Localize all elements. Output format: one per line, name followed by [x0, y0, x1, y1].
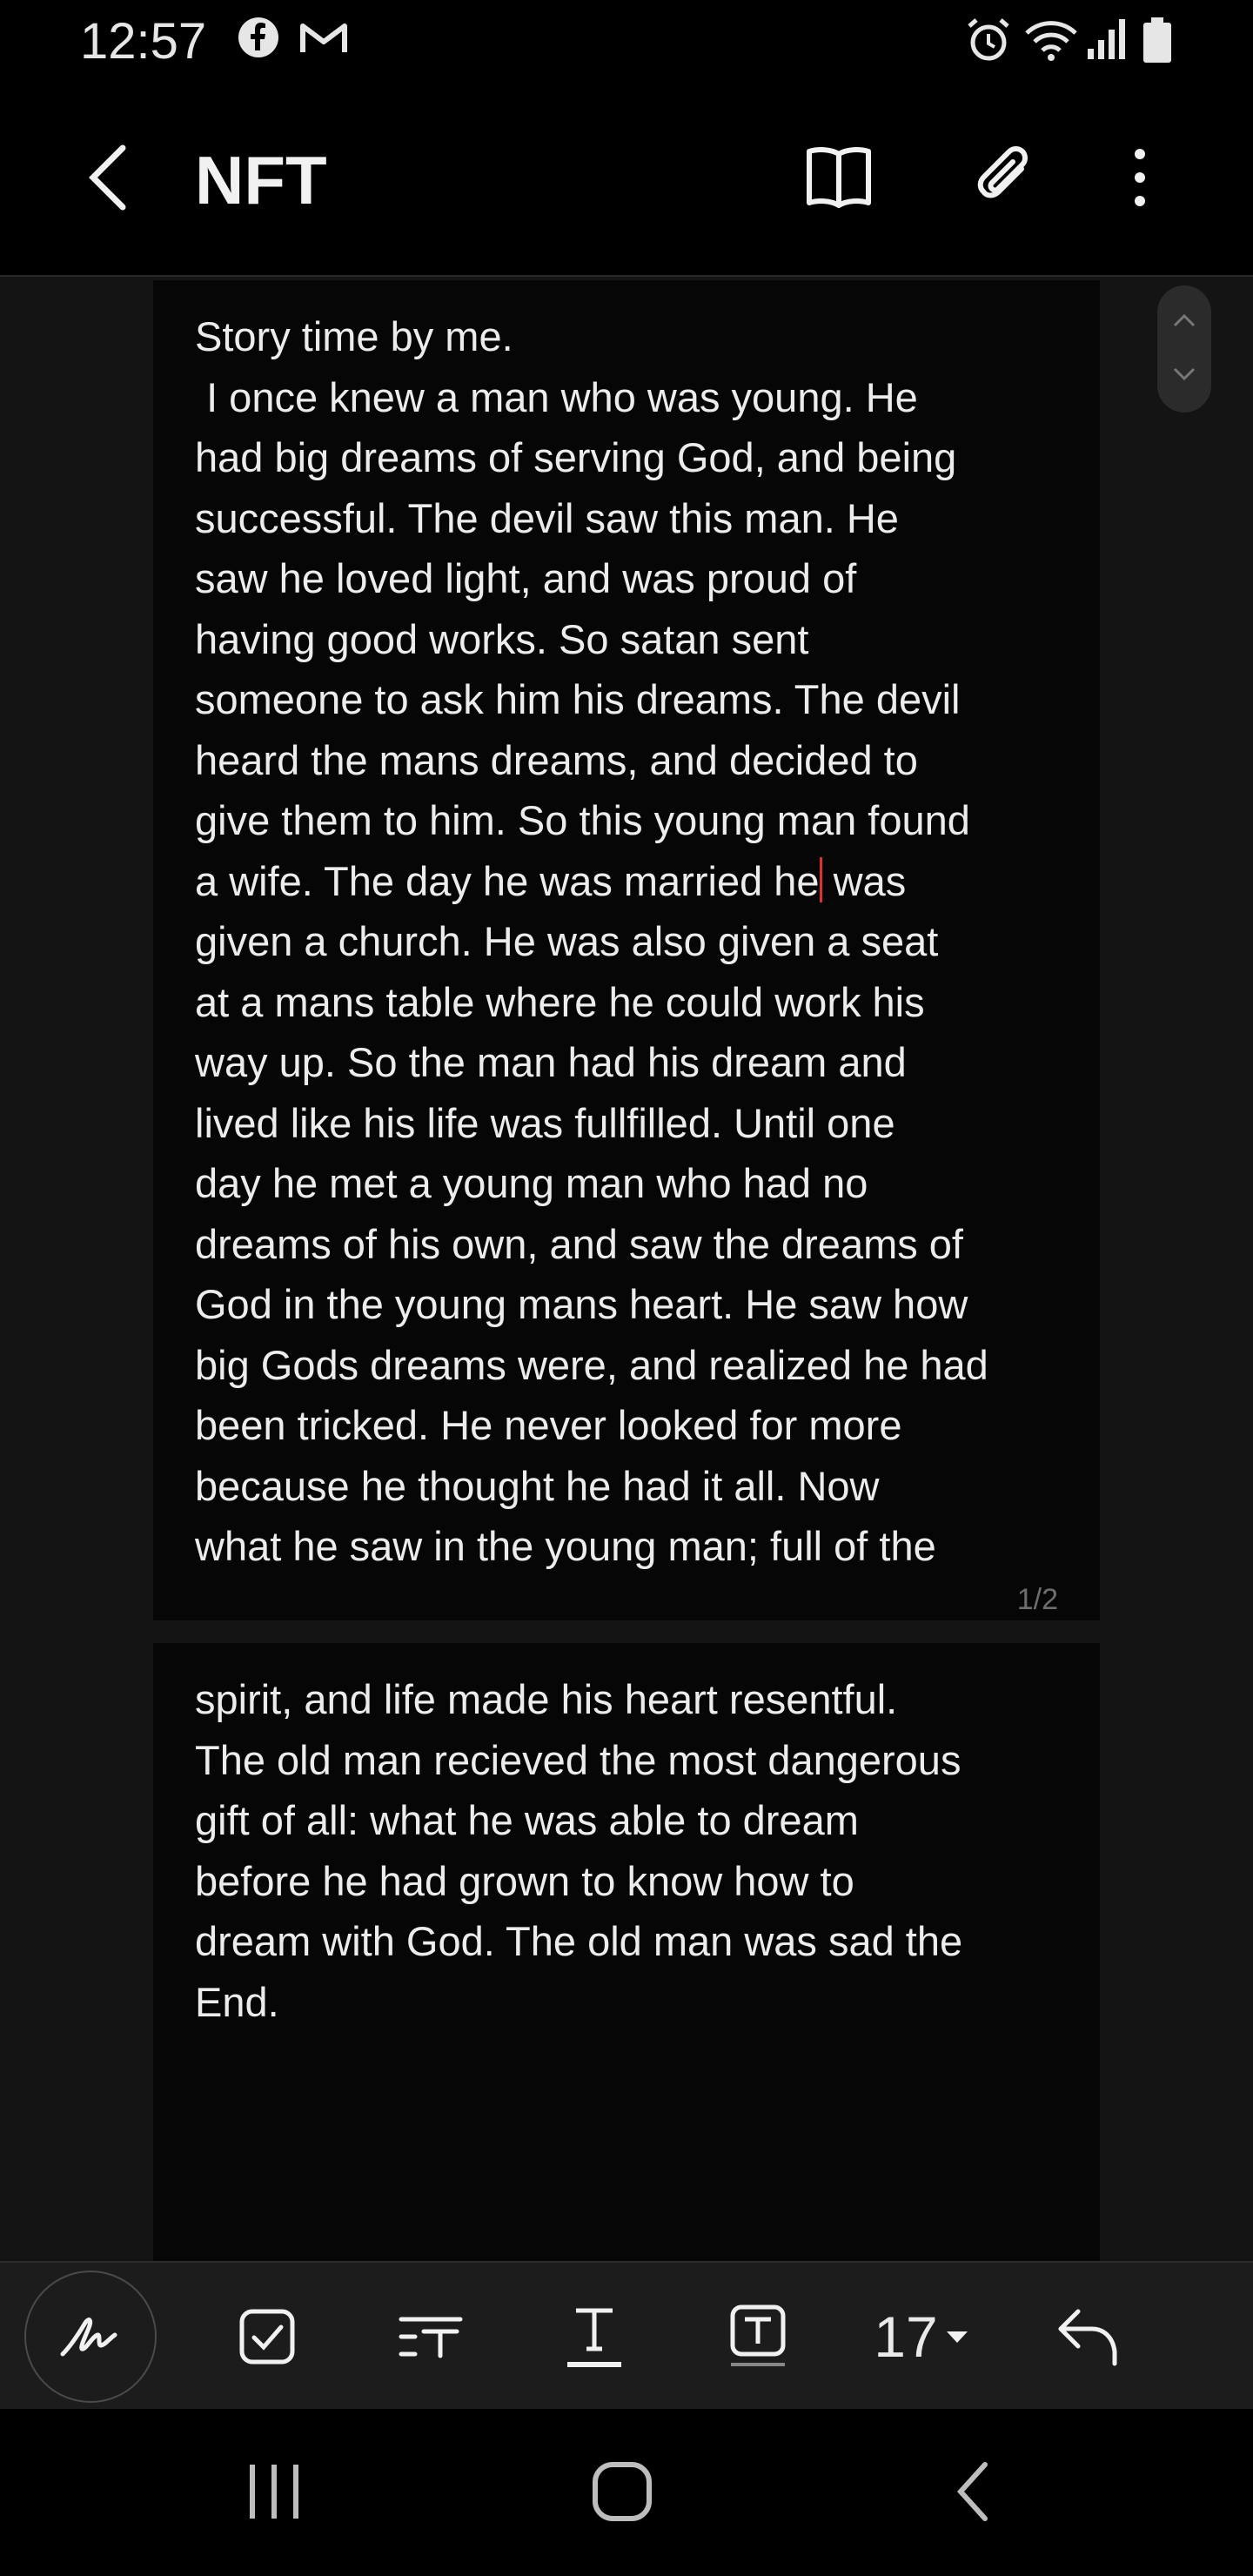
note-body-page-2[interactable]: spirit, and life made his heart resentfu… [195, 1669, 1058, 2032]
app-bar: NFT [0, 84, 1253, 277]
page-scroll-control[interactable] [1157, 285, 1211, 413]
reading-mode-button[interactable] [794, 134, 884, 221]
home-button[interactable] [574, 2444, 670, 2539]
back-nav-button[interactable] [926, 2444, 1022, 2539]
status-time: 12:57 [80, 13, 207, 70]
text-format-button[interactable] [546, 2263, 642, 2411]
scroll-up-icon[interactable] [1171, 312, 1197, 329]
font-size-value: 17 [874, 2304, 938, 2369]
note-page-1[interactable]: Story time by me. I once knew a man who … [153, 280, 1100, 1620]
checkbox-button[interactable] [219, 2263, 315, 2411]
note-body-page-1[interactable]: Story time by me. I once knew a man who … [195, 306, 1058, 1577]
more-options-icon [1135, 149, 1145, 206]
recent-apps-button[interactable] [226, 2444, 322, 2539]
editor-toolbar: 17 [0, 2261, 1253, 2411]
handwriting-pen-icon [60, 2318, 117, 2357]
attachment-icon [977, 146, 1028, 198]
home-icon [593, 2462, 652, 2521]
page-1-text-before-cursor: Story time by me. I once knew a man who … [195, 313, 970, 904]
scroll-down-icon[interactable] [1171, 366, 1197, 383]
checkbox-icon [239, 2309, 295, 2365]
back-nav-icon [956, 2462, 988, 2521]
wifi-icon [1023, 16, 1079, 69]
back-arrow-icon [89, 144, 126, 211]
text-box-button[interactable] [710, 2263, 806, 2411]
attach-button[interactable] [961, 134, 1051, 221]
handwriting-button[interactable] [24, 2263, 157, 2411]
more-options-button[interactable] [1105, 134, 1175, 221]
status-bar: 12:57 [0, 0, 1253, 84]
facebook-icon [237, 16, 280, 64]
text-underline-icon [567, 2308, 621, 2367]
undo-button[interactable] [1039, 2263, 1135, 2411]
undo-icon [1058, 2309, 1117, 2366]
paragraph-style-button[interactable] [383, 2263, 479, 2411]
gmail-icon [298, 16, 350, 64]
note-title: NFT [195, 142, 327, 218]
system-navigation-bar [0, 2409, 1253, 2576]
battery-icon [1142, 16, 1173, 69]
paragraph-style-icon [399, 2317, 463, 2358]
handwriting-pen-circle [24, 2271, 157, 2403]
book-view-icon [807, 147, 871, 208]
page-number: 1/2 [1016, 1583, 1058, 1616]
alarm-icon [964, 16, 1013, 69]
recent-apps-icon [250, 2465, 298, 2519]
back-button[interactable] [70, 134, 148, 221]
text-box-icon [730, 2304, 786, 2366]
page-1-text-after-cursor: was given a church. He was also given a … [195, 857, 988, 1570]
dropdown-arrow-icon [946, 2331, 968, 2343]
font-size-selector[interactable]: 17 [856, 2263, 987, 2411]
signal-icon [1086, 16, 1131, 65]
note-page-2[interactable]: spirit, and life made his heart resentfu… [153, 1643, 1100, 2261]
